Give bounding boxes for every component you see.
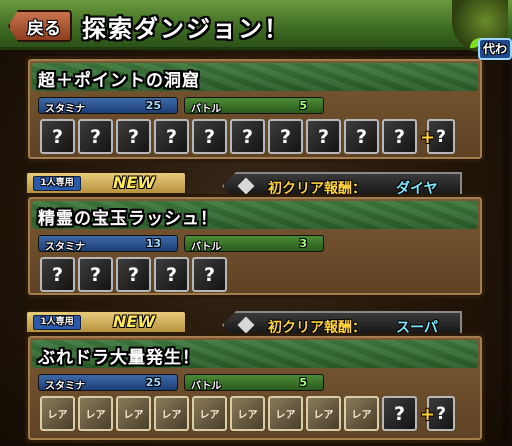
new-badge: NEW <box>113 173 155 192</box>
mystery-drop-icon: ? <box>382 396 417 431</box>
mystery-drop-icon: ? <box>154 257 189 292</box>
rare-drop-icon: レア <box>78 396 113 431</box>
drop-list: レア レア レア レア レア レア レア レア レア ? + ? <box>40 396 455 431</box>
battle-value: 5 <box>299 376 307 389</box>
mystery-drop-icon: ? <box>78 119 113 154</box>
dungeon-name: ぶれドラ大量発生！ <box>38 348 200 368</box>
mystery-drop-icon: ? <box>306 119 341 154</box>
battle-label: バトル <box>191 242 222 253</box>
battle-label: バトル <box>191 104 222 115</box>
dungeon-name: 超＋ポイントの洞窟 <box>38 71 200 91</box>
diamond-icon <box>237 316 255 334</box>
dungeon-name: 精霊の宝玉ラッシュ！ <box>38 209 218 229</box>
dungeon-tab: 1人専用 NEW <box>25 310 187 334</box>
battle-stat: バトル 5 <box>184 374 324 392</box>
scrollbar[interactable] <box>503 60 509 440</box>
rare-drop-icon: レア <box>116 396 151 431</box>
solo-badge: 1人専用 <box>33 176 81 191</box>
mystery-drop-icon: ? <box>192 119 227 154</box>
mystery-drop-icon: ? <box>192 257 227 292</box>
stamina-stat: スタミナ 13 <box>38 235 178 253</box>
drop-list: ? ? ? ? ? <box>40 257 227 292</box>
stamina-value: 13 <box>145 237 161 250</box>
stamina-label: スタミナ <box>45 242 85 253</box>
dungeon-card[interactable]: 超＋ポイントの洞窟 スタミナ 25 バトル 5 ? ? ? ? ? ? ? ? … <box>25 56 485 162</box>
plus-drop: + ? <box>420 396 455 431</box>
rare-drop-icon: レア <box>192 396 227 431</box>
solo-badge: 1人専用 <box>33 315 81 330</box>
mystery-drop-icon: ? <box>40 257 75 292</box>
rare-drop-icon: レア <box>306 396 341 431</box>
drop-list: ? ? ? ? ? ? ? ? ? ? + ? <box>40 119 455 154</box>
battle-value: 3 <box>299 237 307 250</box>
mystery-drop-icon: ? <box>78 257 113 292</box>
plus-icon: + <box>420 127 436 148</box>
header-bar: 戻る 探索ダンジョン！ <box>0 0 512 52</box>
dungeon-name-bar: ぶれドラ大量発生！ <box>32 340 478 368</box>
rare-drop-icon: レア <box>40 396 75 431</box>
page-title: 探索ダンジョン！ <box>82 15 290 43</box>
stamina-value: 25 <box>145 99 161 112</box>
mystery-drop-icon: ? <box>40 119 75 154</box>
dungeon-tab: 1人専用 NEW <box>25 171 187 195</box>
mystery-drop-icon: ? <box>344 119 379 154</box>
mystery-drop-icon: ? <box>116 257 151 292</box>
mystery-drop-icon: ? <box>116 119 151 154</box>
mystery-drop-icon: ? <box>230 119 265 154</box>
diamond-icon <box>237 177 255 195</box>
dungeon-name-bar: 超＋ポイントの洞窟 <box>32 63 478 91</box>
dungeon-name-bar: 精霊の宝玉ラッシュ！ <box>32 201 478 229</box>
battle-label: バトル <box>191 381 222 392</box>
plus-icon: + <box>420 404 436 425</box>
mascot-label[interactable]: 代わ <box>478 38 512 60</box>
rare-drop-icon: レア <box>344 396 379 431</box>
stamina-value: 25 <box>145 376 161 389</box>
plus-drop: + ? <box>420 119 455 154</box>
dungeon-card[interactable]: ぶれドラ大量発生！ スタミナ 25 バトル 5 レア レア レア レア レア レ… <box>25 333 485 443</box>
mystery-drop-icon: ? <box>154 119 189 154</box>
mystery-drop-icon: ? <box>382 119 417 154</box>
mystery-drop-icon: ? <box>268 119 303 154</box>
battle-stat: バトル 5 <box>184 97 324 115</box>
battle-stat: バトル 3 <box>184 235 324 253</box>
stamina-stat: スタミナ 25 <box>38 374 178 392</box>
stamina-label: スタミナ <box>45 104 85 115</box>
rare-drop-icon: レア <box>230 396 265 431</box>
stamina-stat: スタミナ 25 <box>38 97 178 115</box>
rare-drop-icon: レア <box>154 396 189 431</box>
battle-value: 5 <box>299 99 307 112</box>
dungeon-card[interactable]: 精霊の宝玉ラッシュ！ スタミナ 13 バトル 3 ? ? ? ? ? <box>25 194 485 298</box>
rare-drop-icon: レア <box>268 396 303 431</box>
back-button[interactable]: 戻る <box>8 10 72 42</box>
stamina-label: スタミナ <box>45 381 85 392</box>
new-badge: NEW <box>113 312 155 331</box>
